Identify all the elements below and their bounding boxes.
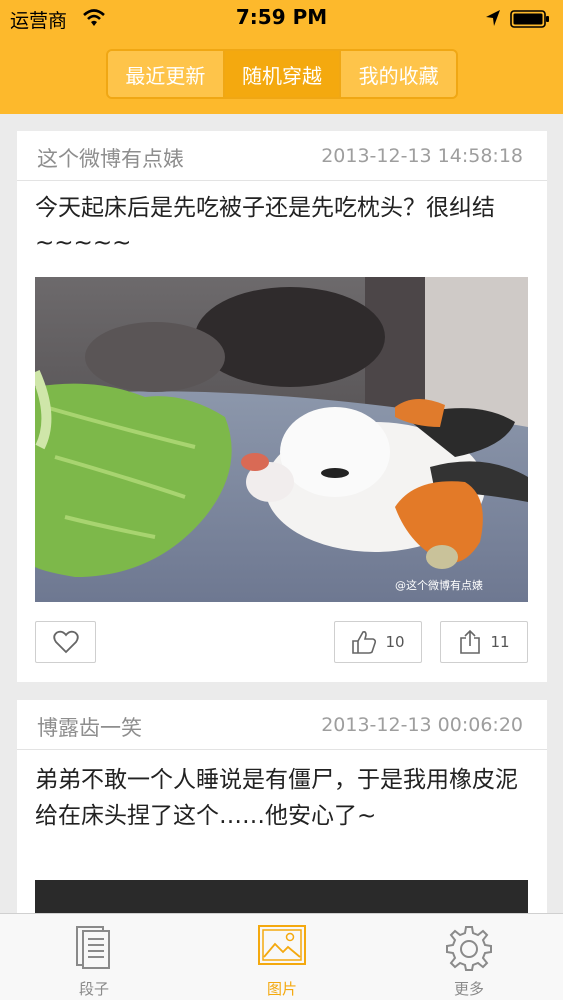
tab-more[interactable]: 更多 <box>375 914 563 1000</box>
top-header: 运营商 7:59 PM 最近更新 随机穿越 我的收藏 <box>0 0 563 114</box>
heart-icon <box>52 630 79 654</box>
like-count: 10 <box>385 633 405 651</box>
gear-icon <box>446 926 492 971</box>
tab-label: 段子 <box>78 980 109 998</box>
document-icon <box>76 926 110 969</box>
image-watermark: @这个微博有点婊 <box>395 578 483 592</box>
post-source[interactable]: 博露齿一笑 <box>37 712 142 742</box>
tab-jokes[interactable]: 段子 <box>0 914 188 1000</box>
tab-bar: 段子 图片 更多 <box>0 913 563 1000</box>
favorite-button[interactable] <box>35 621 96 663</box>
picture-icon <box>258 925 306 965</box>
status-bar: 运营商 7:59 PM <box>0 0 563 38</box>
post-source[interactable]: 这个微博有点婊 <box>37 143 184 173</box>
post-time: 2013-12-13 14:58:18 <box>321 145 523 167</box>
segment-recent[interactable]: 最近更新 <box>108 51 223 97</box>
segment-favorites[interactable]: 我的收藏 <box>339 51 456 97</box>
clock: 7:59 PM <box>235 5 328 29</box>
post-header: 这个微博有点婊 2013-12-13 14:58:18 <box>17 131 547 181</box>
tab-label: 更多 <box>453 980 484 998</box>
share-count: 11 <box>490 633 510 651</box>
thumbs-up-icon <box>352 631 377 654</box>
location-arrow-icon <box>486 10 500 26</box>
post-image[interactable]: @这个微博有点婊 <box>35 277 528 602</box>
post-card: 这个微博有点婊 2013-12-13 14:58:18 今天起床后是先吃被子还是… <box>17 131 547 682</box>
segmented-control: 最近更新 随机穿越 我的收藏 <box>106 49 458 99</box>
share-button[interactable]: 11 <box>440 621 528 663</box>
like-button[interactable]: 10 <box>334 621 422 663</box>
segment-random[interactable]: 随机穿越 <box>222 51 340 97</box>
tab-label: 图片 <box>266 980 297 998</box>
post-header: 博露齿一笑 2013-12-13 00:06:20 <box>17 700 547 750</box>
share-icon <box>460 629 481 654</box>
tab-pictures[interactable]: 图片 <box>188 914 376 1000</box>
post-text: 今天起床后是先吃被子还是先吃枕头？很纠结~~~~~ <box>35 195 495 256</box>
battery-icon <box>510 10 549 28</box>
post-text: 弟弟不敢一个人睡说是有僵尸，于是我用橡皮泥给在床头捏了这个……他安心了~ <box>35 767 518 829</box>
post-time: 2013-12-13 00:06:20 <box>321 714 523 736</box>
rabbit-photo: @这个微博有点婊 <box>35 277 528 602</box>
